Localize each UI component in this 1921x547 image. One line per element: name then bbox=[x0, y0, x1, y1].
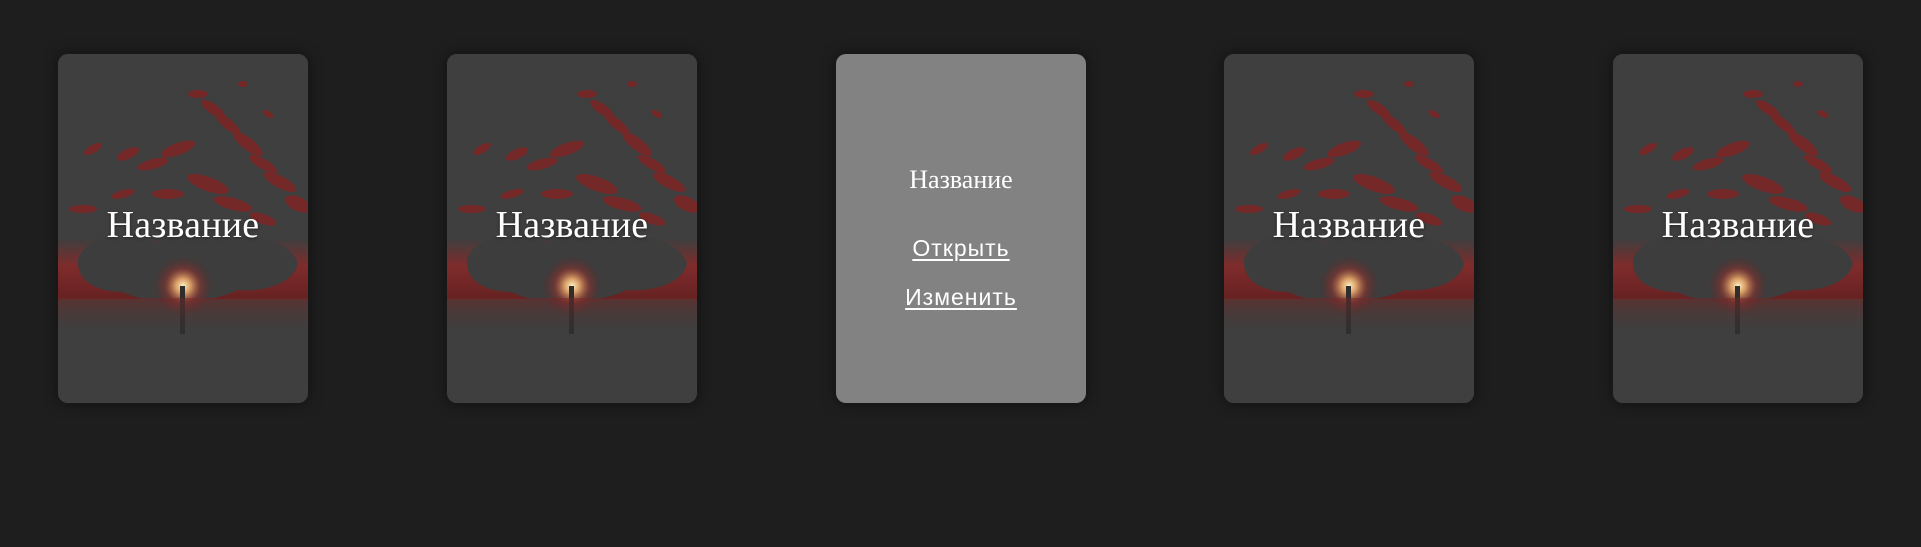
card-2[interactable]: Название bbox=[447, 54, 697, 403]
card-4[interactable]: Название bbox=[1224, 54, 1474, 403]
card-title: Название bbox=[1272, 204, 1426, 246]
card-1[interactable]: Название bbox=[58, 54, 308, 403]
open-link[interactable]: Открыть bbox=[836, 237, 1086, 260]
card-title: Название bbox=[1661, 204, 1815, 246]
card-3-hovered[interactable]: Название Открыть Изменить bbox=[836, 54, 1086, 403]
card-title: Название bbox=[495, 204, 649, 246]
card-5[interactable]: Название bbox=[1613, 54, 1863, 403]
card-title: Название bbox=[909, 165, 1013, 194]
edit-link[interactable]: Изменить bbox=[836, 286, 1086, 309]
card-title: Название bbox=[106, 204, 260, 246]
